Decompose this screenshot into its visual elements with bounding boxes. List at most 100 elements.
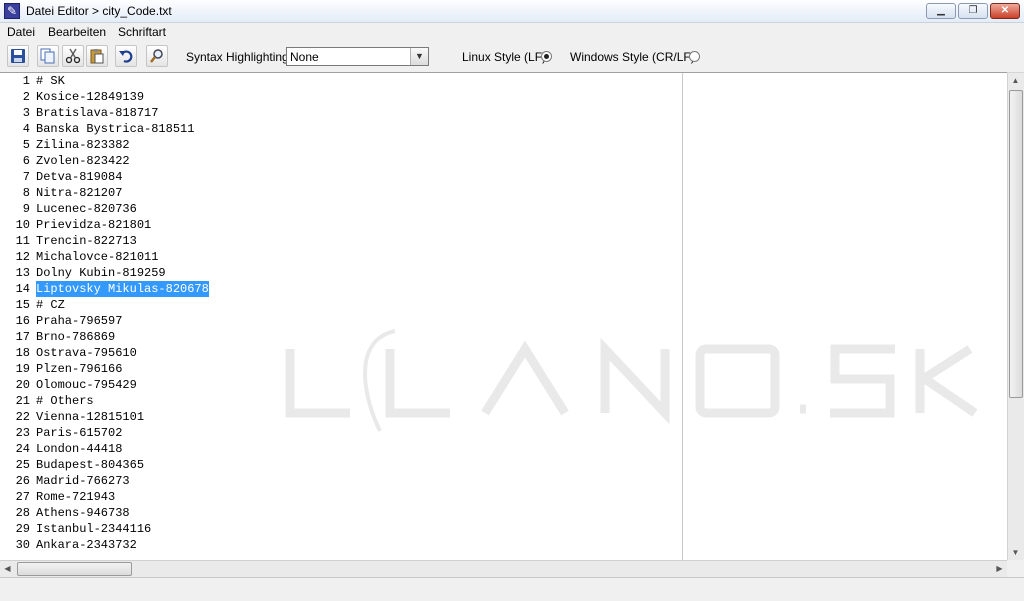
editor-line[interactable]: 1 # SK	[0, 73, 682, 89]
text-editor[interactable]: 1 # SK 2 Kosice-12849139 3 Bratislava-818717 4…	[0, 72, 1007, 561]
editor-line[interactable]: 27 Rome-721943	[0, 489, 682, 505]
notepad-icon[interactable]: ✎	[4, 3, 20, 19]
editor-line[interactable]: 29 Istanbul-2344116	[0, 521, 682, 537]
margin-line	[682, 73, 683, 561]
editor-line[interactable]: 14 Liptovsky Mikulas-820678	[0, 281, 682, 297]
line-text[interactable]: Nitra-821207	[36, 185, 122, 201]
editor-line[interactable]: 28 Athens-946738	[0, 505, 682, 521]
editor-line[interactable]: 21 # Others	[0, 393, 682, 409]
syntax-highlighting-select[interactable]: None ▼	[286, 47, 429, 66]
editor-line[interactable]: 18 Ostrava-795610	[0, 345, 682, 361]
line-text[interactable]: Zilina-823382	[36, 137, 130, 153]
editor-line[interactable]: 8 Nitra-821207	[0, 185, 682, 201]
editor-line[interactable]: 19 Plzen-796166	[0, 361, 682, 377]
line-text[interactable]: Banska Bystrica-818511	[36, 121, 194, 137]
editor-line[interactable]: 23 Paris-615702	[0, 425, 682, 441]
line-text[interactable]: Rome-721943	[36, 489, 115, 505]
line-text[interactable]: Paris-615702	[36, 425, 122, 441]
editor-line[interactable]: 7 Detva-819084	[0, 169, 682, 185]
copy-button[interactable]	[37, 45, 59, 67]
editor-line[interactable]: 2 Kosice-12849139	[0, 89, 682, 105]
line-text[interactable]: Istanbul-2344116	[36, 521, 151, 537]
scroll-down-icon[interactable]: ▼	[1008, 545, 1023, 560]
line-text[interactable]: # CZ	[36, 297, 65, 313]
paste-button[interactable]	[86, 45, 108, 67]
maximize-icon: ❐	[968, 5, 978, 16]
editor-line[interactable]: 9 Lucenec-820736	[0, 201, 682, 217]
line-text[interactable]: Ostrava-795610	[36, 345, 137, 361]
menu-datei[interactable]: Datei	[7, 25, 35, 39]
selected-text[interactable]: Liptovsky Mikulas-820678	[36, 281, 209, 297]
editor-line[interactable]: 25 Budapest-804365	[0, 457, 682, 473]
line-number: 3	[22, 106, 30, 120]
editor-line[interactable]: 13 Dolny Kubin-819259	[0, 265, 682, 281]
save-button[interactable]	[7, 45, 29, 67]
line-number: 13	[15, 266, 30, 280]
editor-line[interactable]: 15 # CZ	[0, 297, 682, 313]
line-number: 21	[15, 394, 30, 408]
horizontal-scroll-thumb[interactable]	[17, 562, 132, 576]
editor-line[interactable]: 17 Brno-786869	[0, 329, 682, 345]
line-text[interactable]: Athens-946738	[36, 505, 130, 521]
undo-button[interactable]	[115, 45, 137, 67]
line-text[interactable]: Kosice-12849139	[36, 89, 144, 105]
line-number: 30	[15, 538, 30, 552]
scroll-right-icon[interactable]: ▶	[992, 561, 1007, 576]
code-area[interactable]: 1 # SK 2 Kosice-12849139 3 Bratislava-818717 4…	[0, 73, 682, 553]
vertical-scroll-thumb[interactable]	[1009, 90, 1023, 398]
windows-style-radio[interactable]	[689, 51, 700, 62]
editor-line[interactable]: 10 Prievidza-821801	[0, 217, 682, 233]
line-text[interactable]: Lucenec-820736	[36, 201, 137, 217]
minimize-button[interactable]: ▁	[926, 3, 956, 19]
editor-line[interactable]: 5 Zilina-823382	[0, 137, 682, 153]
editor-line[interactable]: 30 Ankara-2343732	[0, 537, 682, 553]
status-bar	[0, 577, 1024, 601]
line-text[interactable]: Ankara-2343732	[36, 537, 137, 553]
editor-line[interactable]: 3 Bratislava-818717	[0, 105, 682, 121]
editor-line[interactable]: 24 London-44418	[0, 441, 682, 457]
editor-line[interactable]: 20 Olomouc-795429	[0, 377, 682, 393]
close-button[interactable]: ✕	[990, 3, 1020, 19]
menu-bearbeiten[interactable]: Bearbeiten	[48, 25, 106, 39]
line-text[interactable]: Vienna-12815101	[36, 409, 144, 425]
find-button[interactable]	[146, 45, 168, 67]
line-text[interactable]: Praha-796597	[36, 313, 122, 329]
editor-line[interactable]: 4 Banska Bystrica-818511	[0, 121, 682, 137]
editor-line[interactable]: 22 Vienna-12815101	[0, 409, 682, 425]
editor-line[interactable]: 12 Michalovce-821011	[0, 249, 682, 265]
window-title: Datei Editor > city_Code.txt	[26, 4, 172, 18]
vertical-scrollbar[interactable]: ▲ ▼	[1007, 73, 1024, 560]
line-text[interactable]: Olomouc-795429	[36, 377, 137, 393]
line-text[interactable]: Madrid-766273	[36, 473, 130, 489]
line-text[interactable]: Michalovce-821011	[36, 249, 158, 265]
editor-line[interactable]: 16 Praha-796597	[0, 313, 682, 329]
scroll-up-icon[interactable]: ▲	[1008, 73, 1023, 88]
line-text[interactable]: Trencin-822713	[36, 233, 137, 249]
line-text[interactable]: # SK	[36, 73, 65, 89]
editor-line[interactable]: 6 Zvolen-823422	[0, 153, 682, 169]
line-text[interactable]: Budapest-804365	[36, 457, 144, 473]
line-text[interactable]: London-44418	[36, 441, 122, 457]
horizontal-scrollbar[interactable]: ◀ ▶	[0, 560, 1007, 577]
line-number: 7	[22, 170, 30, 184]
editor-line[interactable]: 11 Trencin-822713	[0, 233, 682, 249]
scroll-left-icon[interactable]: ◀	[0, 561, 15, 576]
line-text[interactable]: Plzen-796166	[36, 361, 122, 377]
editor-line[interactable]: 26 Madrid-766273	[0, 473, 682, 489]
line-text[interactable]: # Others	[36, 393, 94, 409]
line-text[interactable]: Brno-786869	[36, 329, 115, 345]
line-text[interactable]: Bratislava-818717	[36, 105, 158, 121]
chevron-down-icon[interactable]: ▼	[410, 48, 428, 65]
line-text[interactable]: Prievidza-821801	[36, 217, 151, 233]
linux-style-radio[interactable]	[541, 51, 552, 62]
line-text[interactable]: Dolny Kubin-819259	[36, 265, 166, 281]
line-number: 2	[22, 90, 30, 104]
maximize-button[interactable]: ❐	[958, 3, 988, 19]
line-number: 29	[15, 522, 30, 536]
toolbar: Syntax Highlighting: Linux Style (LF) Wi…	[0, 42, 1024, 73]
cut-button[interactable]	[62, 45, 84, 67]
line-text[interactable]: Zvolen-823422	[36, 153, 130, 169]
menu-schriftart[interactable]: Schriftart	[118, 25, 166, 39]
line-text[interactable]: Detva-819084	[36, 169, 122, 185]
line-number: 9	[22, 202, 30, 216]
